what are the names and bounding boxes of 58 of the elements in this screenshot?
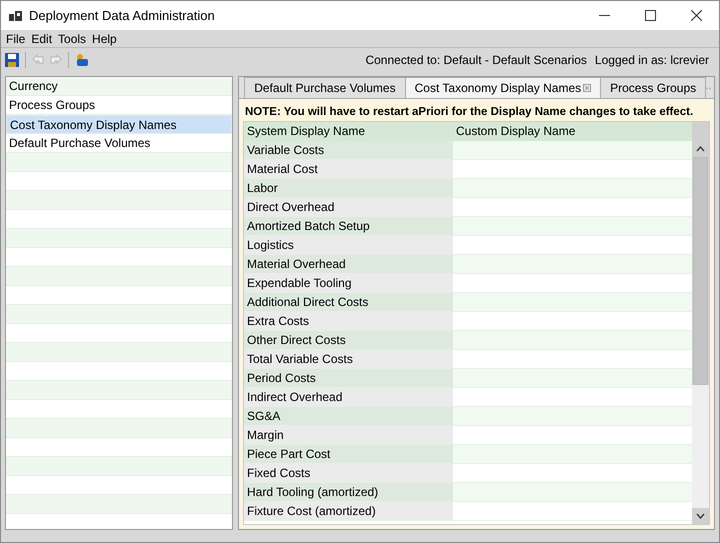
table-cell: Variable Costs: [244, 141, 453, 159]
maximize-icon: [644, 10, 656, 21]
close-icon: [690, 10, 702, 21]
input-field[interactable]: [453, 217, 692, 235]
menu-item[interactable]: Edit: [28, 30, 56, 48]
database-icon[interactable]: [75, 54, 88, 66]
scroll-down-icon[interactable]: [696, 513, 705, 519]
table-cell: Additional Direct Costs: [244, 293, 453, 311]
table-cell: Extra Costs: [244, 312, 453, 330]
column-header[interactable]: Custom Display Name: [453, 122, 692, 141]
connection-status: Connected to: Default - Default Scenarios: [365, 52, 587, 69]
table-cell: Expendable Tooling: [244, 274, 453, 292]
table-cell: Labor: [244, 179, 453, 197]
tab[interactable]: Process Groups: [601, 77, 706, 98]
save-icon[interactable]: [5, 53, 19, 67]
tab[interactable]: Cost Taxonomy Display Names: [406, 77, 602, 98]
undo-icon[interactable]: [32, 54, 44, 66]
input-field[interactable]: [453, 445, 692, 463]
table-cell: Logistics: [244, 236, 453, 254]
restart-note: NOTE: You will have to restart aPriori for the Display Name changes to take effect.: [243, 103, 710, 121]
scroll-up-icon[interactable]: [696, 146, 705, 152]
input-field[interactable]: [453, 483, 692, 501]
input-field[interactable]: [453, 407, 692, 425]
table-cell: Total Variable Costs: [244, 350, 453, 368]
sidebar-item[interactable]: Currency: [6, 77, 232, 96]
column-header[interactable]: System Display Name: [244, 122, 453, 141]
table-cell: Direct Overhead: [244, 198, 453, 216]
user-status: Logged in as: lcrevier: [594, 52, 709, 69]
table-cell: SG&A: [244, 407, 453, 425]
table-cell: Amortized Batch Setup: [244, 217, 453, 235]
table-cell: Piece Part Cost: [244, 445, 453, 463]
table-cell: Hard Tooling (amortized): [244, 483, 453, 501]
table-cell: Material Overhead: [244, 255, 453, 273]
app-logo-icon: [9, 10, 23, 20]
table-cell: Fixed Costs: [244, 464, 453, 482]
input-field[interactable]: [453, 293, 692, 311]
table-cell: Indirect Overhead: [244, 388, 453, 406]
menu-item[interactable]: Tools: [55, 30, 90, 48]
input-field[interactable]: [453, 255, 692, 273]
minimize-icon: [598, 15, 610, 16]
scroll-tabs-icon[interactable]: [706, 85, 711, 92]
input-field[interactable]: [453, 179, 692, 197]
table-cell: Other Direct Costs: [244, 331, 453, 349]
table-cell: Period Costs: [244, 369, 453, 387]
table-cell: Material Cost: [244, 160, 453, 178]
redo-icon[interactable]: [50, 54, 62, 66]
input-field[interactable]: [453, 331, 692, 349]
close-tab-icon[interactable]: [583, 84, 592, 92]
window-title: Deployment Data Administration: [29, 6, 215, 25]
input-field[interactable]: [453, 141, 692, 159]
menu-item[interactable]: Help: [89, 30, 120, 48]
tab[interactable]: Default Purchase Volumes: [245, 77, 406, 98]
scrollbar-thumb[interactable]: [693, 157, 708, 385]
table-cell: Fixture Cost (amortized): [244, 502, 453, 520]
menu-item[interactable]: File: [3, 30, 28, 48]
sidebar-item[interactable]: Cost Taxonomy Display Names: [6, 115, 232, 134]
input-field[interactable]: [453, 369, 692, 387]
table-cell: Margin: [244, 426, 453, 444]
